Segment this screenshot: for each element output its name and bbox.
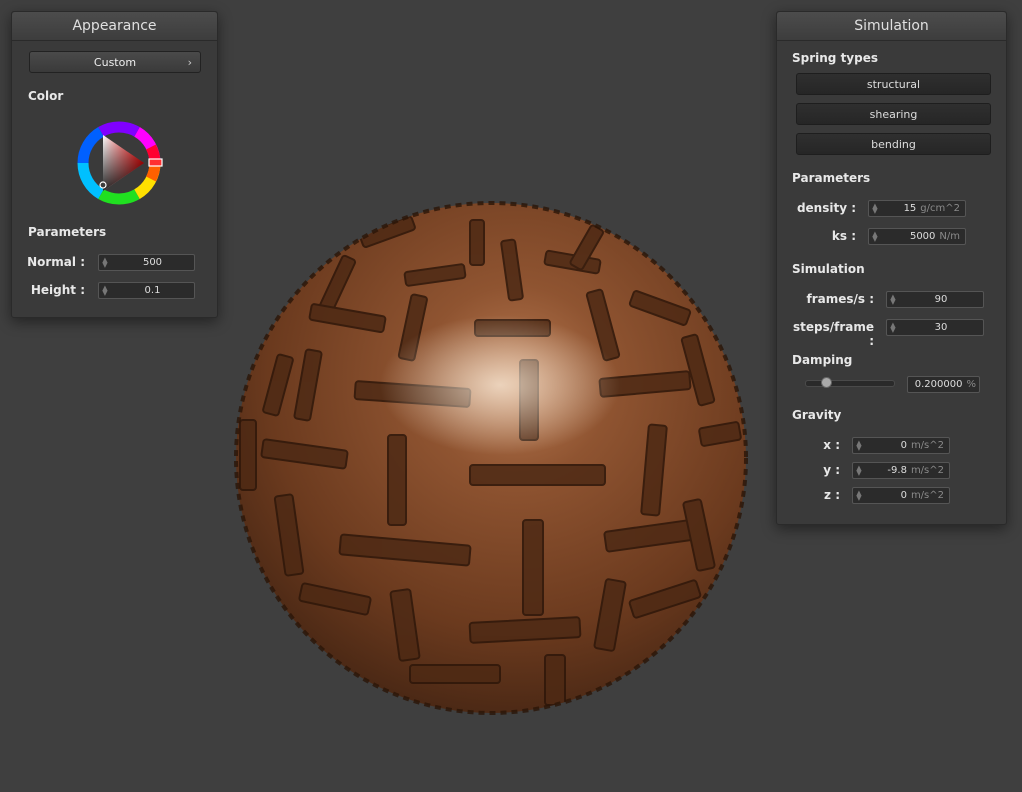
parameters-section-label: Parameters bbox=[28, 225, 107, 239]
appearance-panel-title[interactable]: Appearance bbox=[12, 12, 217, 41]
density-spinbox[interactable]: ▲ ▼ 15 g/cm^2 bbox=[868, 200, 966, 217]
gravity-z-unit: m/s^2 bbox=[910, 490, 944, 501]
spinner-arrows-icon[interactable]: ▲ ▼ bbox=[887, 293, 899, 305]
normal-value: 500 bbox=[142, 257, 163, 268]
parameters-section-label: Parameters bbox=[792, 171, 871, 185]
gravity-x-label: x : bbox=[823, 438, 840, 452]
color-section-label: Color bbox=[28, 89, 64, 103]
ks-spinbox[interactable]: ▲ ▼ 5000 N/m bbox=[868, 228, 966, 245]
gravity-x-value: 0 bbox=[900, 440, 907, 451]
spinner-arrows-icon[interactable]: ▲ ▼ bbox=[887, 321, 899, 333]
damping-section-label: Damping bbox=[792, 353, 853, 367]
sphere-highlight bbox=[380, 315, 620, 455]
density-value: 15 bbox=[903, 203, 917, 214]
spinner-arrows-icon[interactable]: ▲ ▼ bbox=[99, 256, 111, 268]
normal-spinbox[interactable]: ▲ ▼ 500 bbox=[98, 254, 195, 271]
gravity-section-label: Gravity bbox=[792, 408, 842, 422]
steps-spinbox[interactable]: ▲ ▼ 30 bbox=[886, 319, 984, 336]
gravity-x-unit: m/s^2 bbox=[910, 440, 944, 451]
ks-value: 5000 bbox=[909, 231, 936, 242]
spinner-arrows-icon[interactable]: ▲ ▼ bbox=[869, 202, 881, 214]
spinner-arrows-icon[interactable]: ▲ ▼ bbox=[853, 439, 865, 451]
structural-button[interactable]: structural bbox=[796, 73, 991, 95]
steps-label: steps/frame : bbox=[792, 320, 874, 348]
fps-spinbox[interactable]: ▲ ▼ 90 bbox=[886, 291, 984, 308]
chevron-right-icon: › bbox=[187, 56, 192, 69]
gravity-y-value: -9.8 bbox=[887, 465, 907, 476]
color-wheel[interactable] bbox=[71, 115, 167, 211]
gravity-z-value: 0 bbox=[900, 490, 907, 501]
normal-label: Normal : bbox=[27, 255, 85, 269]
gravity-y-label: y : bbox=[823, 463, 840, 477]
gravity-y-spinbox[interactable]: ▲ ▼ -9.8 m/s^2 bbox=[852, 462, 950, 479]
preset-popup-button[interactable]: Custom › bbox=[29, 51, 201, 73]
damping-value: 0.200000 bbox=[914, 379, 963, 390]
height-label: Height : bbox=[30, 283, 85, 297]
spinner-arrows-icon[interactable]: ▲ ▼ bbox=[99, 284, 111, 296]
fps-label: frames/s : bbox=[806, 292, 874, 306]
spinner-arrows-icon[interactable]: ▲ ▼ bbox=[853, 489, 865, 501]
gravity-z-label: z : bbox=[824, 488, 840, 502]
simulation-panel: Simulation Spring types structural shear… bbox=[776, 11, 1007, 525]
spring-types-label: Spring types bbox=[792, 51, 879, 65]
fps-value: 90 bbox=[934, 294, 948, 305]
simulation-panel-title[interactable]: Simulation bbox=[777, 12, 1006, 41]
damping-slider-handle[interactable] bbox=[821, 377, 832, 388]
density-label: density : bbox=[796, 201, 856, 215]
spinner-arrows-icon[interactable]: ▲ ▼ bbox=[853, 464, 865, 476]
damping-slider[interactable] bbox=[805, 377, 895, 388]
shearing-button[interactable]: shearing bbox=[796, 103, 991, 125]
steps-value: 30 bbox=[934, 322, 948, 333]
preset-label: Custom bbox=[93, 56, 137, 69]
damping-unit: % bbox=[966, 379, 976, 390]
ks-label: ks : bbox=[831, 229, 856, 243]
appearance-panel: Appearance Custom › Color Parameters Nor… bbox=[11, 11, 218, 318]
gravity-x-spinbox[interactable]: ▲ ▼ 0 m/s^2 bbox=[852, 437, 950, 454]
height-spinbox[interactable]: ▲ ▼ 0.1 bbox=[98, 282, 195, 299]
spinner-arrows-icon[interactable]: ▲ ▼ bbox=[869, 230, 881, 242]
ks-unit: N/m bbox=[939, 231, 960, 242]
hue-selector bbox=[148, 158, 163, 167]
height-value: 0.1 bbox=[144, 285, 161, 296]
bending-button[interactable]: bending bbox=[796, 133, 991, 155]
simulation-section-label: Simulation bbox=[792, 262, 865, 276]
gravity-z-spinbox[interactable]: ▲ ▼ 0 m/s^2 bbox=[852, 487, 950, 504]
damping-field[interactable]: 0.200000 % bbox=[907, 376, 980, 393]
gravity-y-unit: m/s^2 bbox=[910, 465, 944, 476]
density-unit: g/cm^2 bbox=[920, 203, 960, 214]
